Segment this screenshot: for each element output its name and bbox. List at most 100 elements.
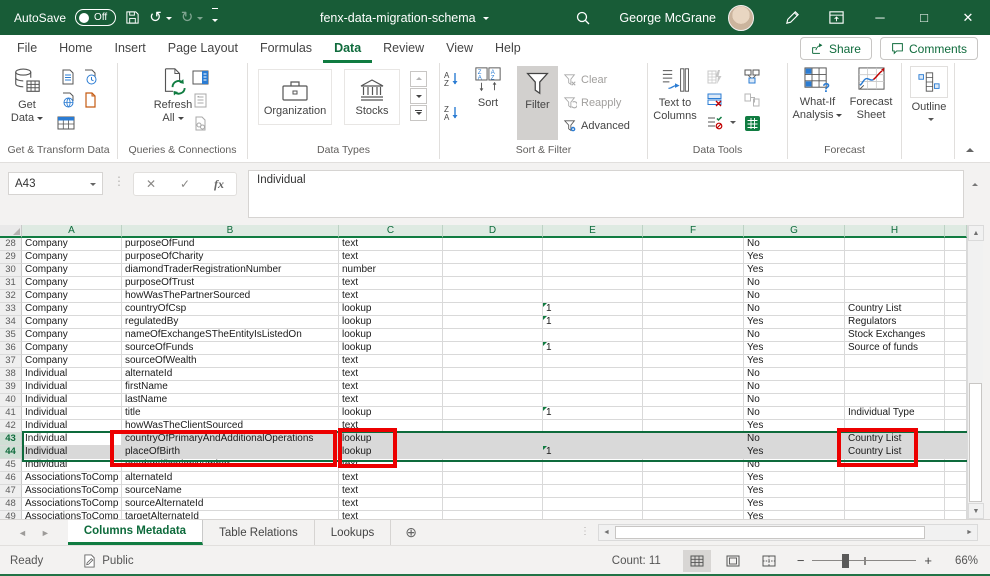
cell-F36[interactable]: [643, 342, 744, 355]
cell-B48[interactable]: sourceAlternateId: [122, 498, 339, 511]
column-header-C[interactable]: C: [339, 225, 443, 238]
cell-F29[interactable]: [643, 251, 744, 264]
cell-H34[interactable]: Regulators: [845, 316, 945, 329]
data-validation-icon[interactable]: [705, 113, 725, 133]
cell-I32[interactable]: [945, 290, 967, 303]
cell-A42[interactable]: Individual: [22, 420, 122, 433]
cell-D34[interactable]: [443, 316, 543, 329]
row-header-42[interactable]: 42: [0, 420, 22, 433]
cell-F32[interactable]: [643, 290, 744, 303]
column-header-B[interactable]: B: [122, 225, 339, 238]
gallery-up-button[interactable]: [410, 71, 427, 87]
maximize-button[interactable]: □: [902, 0, 946, 35]
cell-C39[interactable]: text: [339, 381, 443, 394]
outline-button[interactable]: Outline: [908, 66, 950, 122]
cell-B45[interactable]: taxIdentificationNumber: [122, 459, 339, 472]
cell-D28[interactable]: [443, 238, 543, 251]
cell-I49[interactable]: [945, 511, 967, 519]
cell-A40[interactable]: Individual: [22, 394, 122, 407]
cell-G30[interactable]: Yes: [744, 264, 845, 277]
page-layout-view-button[interactable]: [719, 550, 747, 572]
cell-E36[interactable]: 1: [543, 342, 643, 355]
cell-I36[interactable]: [945, 342, 967, 355]
cell-G29[interactable]: Yes: [744, 251, 845, 264]
column-header-F[interactable]: F: [643, 225, 744, 238]
cell-G36[interactable]: Yes: [744, 342, 845, 355]
cell-I47[interactable]: [945, 485, 967, 498]
cell-C33[interactable]: lookup: [339, 303, 443, 316]
cell-F38[interactable]: [643, 368, 744, 381]
cell-A45[interactable]: Individual: [22, 459, 122, 472]
share-button[interactable]: Share: [800, 37, 872, 60]
cell-F48[interactable]: [643, 498, 744, 511]
cell-B33[interactable]: countryOfCsp: [122, 303, 339, 316]
cell-C46[interactable]: text: [339, 472, 443, 485]
cell-C30[interactable]: number: [339, 264, 443, 277]
name-box[interactable]: A43: [8, 172, 103, 195]
cell-I35[interactable]: [945, 329, 967, 342]
row-header-47[interactable]: 47: [0, 485, 22, 498]
cell-G43[interactable]: No: [744, 433, 845, 446]
cell-G28[interactable]: No: [744, 238, 845, 251]
cell-H46[interactable]: [845, 472, 945, 485]
cell-B31[interactable]: purposeOfTrust: [122, 277, 339, 290]
consolidate-icon[interactable]: [742, 67, 762, 87]
cell-F42[interactable]: [643, 420, 744, 433]
cell-G39[interactable]: No: [744, 381, 845, 394]
scroll-left-icon[interactable]: ◄: [599, 525, 614, 540]
sheet-nav-right-icon[interactable]: ►: [41, 528, 50, 538]
cell-C36[interactable]: lookup: [339, 342, 443, 355]
cell-E45[interactable]: [543, 459, 643, 472]
cell-B32[interactable]: howWasThePartnerSourced: [122, 290, 339, 303]
cell-H48[interactable]: [845, 498, 945, 511]
search-icon[interactable]: [575, 10, 591, 26]
cell-H35[interactable]: Stock Exchanges: [845, 329, 945, 342]
cell-I39[interactable]: [945, 381, 967, 394]
cell-C41[interactable]: lookup: [339, 407, 443, 420]
cell-I31[interactable]: [945, 277, 967, 290]
zoom-out-icon[interactable]: −: [791, 553, 811, 568]
sort-descending-icon[interactable]: ZA: [442, 103, 462, 123]
cell-G44[interactable]: Yes: [744, 446, 845, 459]
cell-B39[interactable]: firstName: [122, 381, 339, 394]
row-header-35[interactable]: 35: [0, 329, 22, 342]
row-header-37[interactable]: 37: [0, 355, 22, 368]
cell-B29[interactable]: purposeOfCharity: [122, 251, 339, 264]
new-sheet-button[interactable]: ⊕: [391, 520, 431, 545]
cell-A47[interactable]: AssociationsToComp: [22, 485, 122, 498]
cell-D42[interactable]: [443, 420, 543, 433]
cell-I38[interactable]: [945, 368, 967, 381]
cell-H32[interactable]: [845, 290, 945, 303]
cell-H42[interactable]: [845, 420, 945, 433]
cell-F45[interactable]: [643, 459, 744, 472]
cell-C49[interactable]: text: [339, 511, 443, 519]
normal-view-button[interactable]: [683, 550, 711, 572]
cell-I41[interactable]: [945, 407, 967, 420]
sheet-tab-table-relations[interactable]: Table Relations: [203, 520, 315, 545]
insert-function-icon[interactable]: fx: [214, 177, 224, 192]
cell-H49[interactable]: [845, 511, 945, 519]
cell-F46[interactable]: [643, 472, 744, 485]
cell-E30[interactable]: [543, 264, 643, 277]
cell-B36[interactable]: sourceOfFunds: [122, 342, 339, 355]
from-web-icon[interactable]: [58, 90, 78, 110]
clear-filter-button[interactable]: Clear: [563, 71, 607, 89]
cell-H30[interactable]: [845, 264, 945, 277]
cell-G34[interactable]: Yes: [744, 316, 845, 329]
get-data-button[interactable]: Get Data: [4, 66, 50, 125]
cell-B30[interactable]: diamondTraderRegistrationNumber: [122, 264, 339, 277]
column-header-D[interactable]: D: [443, 225, 543, 238]
autosave-toggle[interactable]: Off: [75, 9, 116, 26]
cell-A33[interactable]: Company: [22, 303, 122, 316]
cell-E47[interactable]: [543, 485, 643, 498]
cell-C29[interactable]: text: [339, 251, 443, 264]
cell-E40[interactable]: [543, 394, 643, 407]
cell-G31[interactable]: No: [744, 277, 845, 290]
cell-F33[interactable]: [643, 303, 744, 316]
cell-H44[interactable]: Country List: [845, 446, 945, 459]
column-header-partial[interactable]: [945, 225, 967, 238]
cell-H33[interactable]: Country List: [845, 303, 945, 316]
cell-H29[interactable]: [845, 251, 945, 264]
cell-D29[interactable]: [443, 251, 543, 264]
cell-C34[interactable]: lookup: [339, 316, 443, 329]
